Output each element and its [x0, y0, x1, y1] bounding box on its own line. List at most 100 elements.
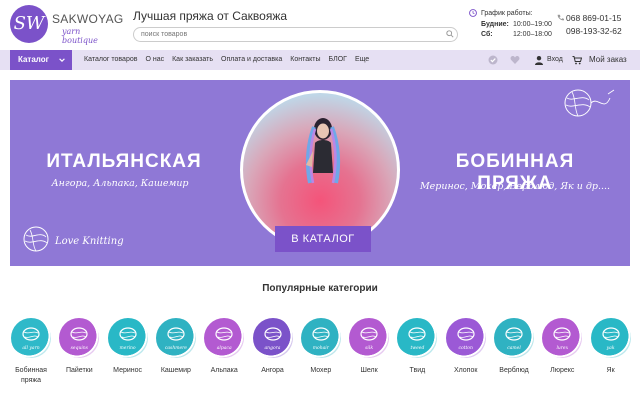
category-item[interactable]: angora Ангора — [249, 318, 297, 376]
logo-subtitle: yarn boutique — [62, 27, 98, 45]
category-badge-word: alpaca — [216, 346, 232, 351]
phone-number[interactable]: 098-193-32-62 — [566, 26, 622, 36]
category-badge[interactable]: cotton — [445, 318, 486, 358]
to-catalog-button[interactable]: В КАТАЛОГ — [275, 226, 371, 252]
category-label[interactable]: Мохер — [297, 366, 345, 376]
heart-icon[interactable] — [510, 55, 520, 65]
site-tagline: Лучшая пряжа от Саквояжа — [133, 9, 288, 23]
nav-link-more[interactable]: Еще — [355, 50, 369, 70]
yarn-skein-icon — [167, 327, 185, 341]
category-label[interactable]: Пайетки — [55, 366, 103, 376]
nav-links: Каталог товаров О нас Как заказать Оплат… — [84, 50, 377, 70]
schedule-title: График работы: — [481, 10, 533, 17]
yarn-skein-icon — [70, 327, 88, 341]
category-badge-word: cashmere — [164, 346, 187, 351]
login-link[interactable]: Вход — [547, 50, 563, 70]
category-label[interactable]: Меринос — [104, 366, 152, 376]
yarn-skein-icon — [215, 327, 233, 341]
category-badge-word: mohair — [312, 346, 329, 351]
category-badge[interactable]: silk — [349, 318, 390, 358]
yarn-skein-icon — [312, 327, 330, 341]
category-badge-word: camel — [507, 346, 521, 351]
category-badge-word: silk — [365, 346, 374, 351]
weekdays-label: Будние: — [481, 21, 509, 28]
category-item[interactable]: cotton Хлопок — [442, 318, 490, 376]
popular-categories-title: Популярные категории — [262, 283, 378, 294]
category-item[interactable]: all yarn Бобинная пряжа — [7, 318, 55, 386]
category-item[interactable]: yak Як — [587, 318, 635, 376]
category-item[interactable]: cashmere Кашемир — [152, 318, 200, 376]
saturday-label: Сб: — [481, 31, 493, 38]
category-badge[interactable]: camel — [494, 318, 534, 358]
my-order-link[interactable]: Мой заказ — [589, 50, 627, 70]
category-item[interactable]: silk Шелк — [345, 318, 393, 376]
category-label[interactable]: Хлопок — [442, 366, 490, 376]
chevron-down-icon — [59, 58, 65, 62]
category-badge[interactable]: merino — [107, 318, 148, 358]
site-header: SW SAKWOYAG yarn boutique Лучшая пряжа о… — [0, 0, 640, 50]
catalog-button[interactable]: Каталог — [10, 50, 72, 70]
yarn-skein-icon — [263, 327, 282, 341]
category-badge[interactable]: alpaca — [204, 318, 245, 358]
category-label[interactable]: Ангора — [249, 366, 297, 376]
category-badge[interactable]: angora — [252, 318, 293, 358]
phone-icon — [557, 14, 564, 21]
category-badge[interactable]: lurex — [542, 318, 583, 358]
clock-icon — [469, 9, 477, 17]
yarn-skein-icon — [360, 327, 378, 341]
category-label[interactable]: Альпака — [200, 366, 248, 376]
schedule-weekdays: Будние: 10:00–19:00 — [481, 21, 552, 28]
yarn-skein-icon — [457, 327, 475, 341]
nav-link-catalog[interactable]: Каталог товаров — [84, 50, 137, 70]
banner-left-subtitle: Ангора, Альпака, Кашемир — [51, 178, 189, 189]
nav-link-about[interactable]: О нас — [145, 50, 164, 70]
user-icon[interactable] — [534, 55, 544, 65]
check-icon[interactable] — [488, 55, 498, 65]
hero-banner[interactable]: ИТАЛЬЯНСКАЯ Ангора, Альпака, Кашемир БОБ… — [10, 80, 630, 266]
weekdays-hours: 10:00–19:00 — [512, 21, 552, 28]
category-item[interactable]: camel Верблюд — [490, 318, 538, 376]
phone-number[interactable]: 068 869-01-15 — [566, 13, 622, 23]
love-knitting-script: Love Knitting — [55, 236, 124, 247]
category-label[interactable]: Твид — [393, 366, 441, 376]
category-label[interactable]: Шелк — [345, 366, 393, 376]
category-label[interactable]: Верблюд — [490, 366, 538, 376]
nav-link-contacts[interactable]: Контакты — [290, 50, 320, 70]
category-badge[interactable]: cashmere — [155, 318, 196, 358]
yarn-ball-icon — [564, 89, 615, 117]
banner-right-subtitle: Меринос, Мохер, Верблюд, Як и др.... — [419, 181, 611, 192]
yarn-skein-icon — [408, 327, 426, 341]
category-badge-word: sequins — [70, 346, 88, 351]
category-badge[interactable]: tweed — [397, 318, 438, 358]
search-input[interactable] — [133, 27, 458, 42]
category-badge[interactable]: mohair — [300, 318, 341, 358]
cart-icon[interactable] — [572, 55, 582, 65]
logo-mark: SW — [10, 5, 48, 43]
category-item[interactable]: tweed Твид — [393, 318, 441, 376]
category-badge[interactable]: sequins — [59, 318, 100, 358]
category-badge[interactable]: all yarn — [11, 318, 51, 358]
search-icon[interactable] — [446, 30, 454, 38]
yarn-skein-icon — [553, 327, 571, 341]
schedule-saturday: Сб: 12:00–18:00 — [481, 31, 552, 38]
category-label[interactable]: Бобинная пряжа — [7, 366, 55, 386]
category-item[interactable]: alpaca Альпака — [200, 318, 248, 376]
category-label[interactable]: Кашемир — [152, 366, 200, 376]
category-item[interactable]: mohair Мохер — [297, 318, 345, 376]
yarn-skein-icon — [601, 327, 620, 341]
yarn-ball-icon — [23, 226, 49, 252]
nav-link-blog[interactable]: БЛОГ — [329, 50, 347, 70]
yarn-skein-icon — [118, 327, 137, 341]
nav-link-payment-delivery[interactable]: Оплата и доставка — [221, 50, 282, 70]
category-label[interactable]: Як — [587, 366, 635, 376]
category-label[interactable]: Люрекс — [538, 366, 586, 376]
logo[interactable]: SW SAKWOYAG yarn boutique — [10, 5, 123, 45]
category-item[interactable]: merino Меринос — [104, 318, 152, 376]
nav-link-how-to-order[interactable]: Как заказать — [172, 50, 213, 70]
category-item[interactable]: lurex Люрекс — [538, 318, 586, 376]
category-item[interactable]: sequins Пайетки — [55, 318, 103, 376]
category-badge-word: merino — [119, 346, 136, 351]
category-badge[interactable]: yak — [590, 318, 631, 358]
yarn-skein-icon — [505, 327, 523, 341]
category-badge-word: tweed — [410, 346, 425, 351]
